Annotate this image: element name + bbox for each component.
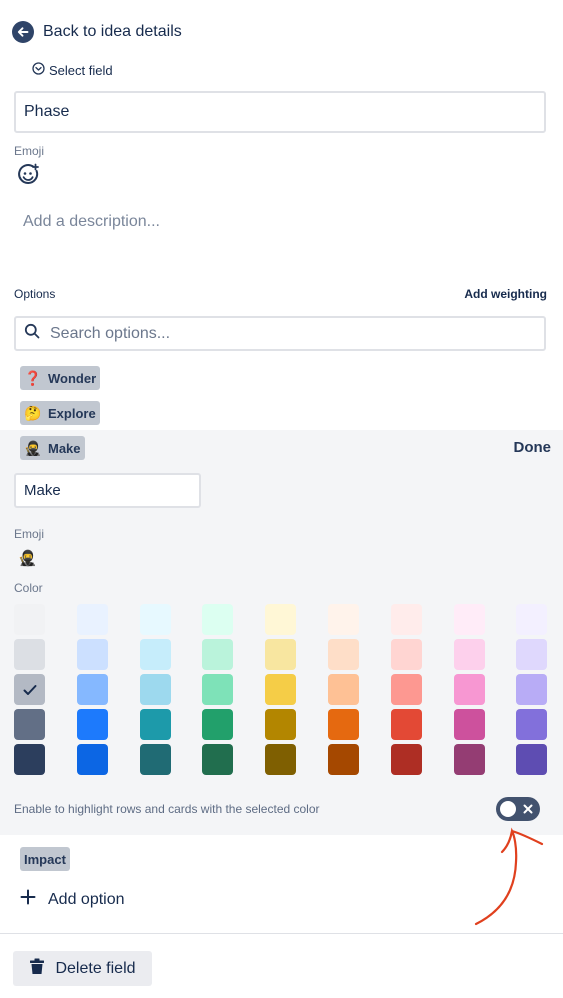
color-swatch[interactable] xyxy=(391,674,422,705)
color-swatch[interactable] xyxy=(202,674,233,705)
delete-field-label: Delete field xyxy=(55,959,136,977)
back-link-label: Back to idea details xyxy=(43,23,182,40)
color-swatch[interactable] xyxy=(140,744,171,775)
color-swatch[interactable] xyxy=(391,639,422,670)
color-swatch[interactable] xyxy=(265,744,296,775)
option-wonder[interactable]: ❓ Wonder xyxy=(20,366,101,390)
color-swatch[interactable] xyxy=(140,604,171,635)
color-swatch[interactable] xyxy=(77,639,108,670)
color-swatch[interactable] xyxy=(14,744,45,775)
select-field-label: Select field xyxy=(49,62,113,78)
color-swatch[interactable] xyxy=(516,639,547,670)
color-swatch[interactable] xyxy=(454,639,485,670)
color-swatch[interactable] xyxy=(140,674,171,705)
color-swatch[interactable] xyxy=(14,604,45,635)
question-mark-emoji: ❓ xyxy=(24,369,42,386)
color-swatch[interactable] xyxy=(77,709,108,740)
color-label: Color xyxy=(14,581,43,595)
color-swatch[interactable] xyxy=(454,674,485,705)
add-weighting-button[interactable]: Add weighting xyxy=(464,287,547,301)
color-swatch[interactable] xyxy=(140,639,171,670)
color-swatch[interactable] xyxy=(516,604,547,635)
ninja-emoji: 🥷 xyxy=(24,439,42,456)
option-label: Impact xyxy=(24,851,66,867)
color-swatch[interactable] xyxy=(328,604,359,635)
search-options-input[interactable]: Search options... xyxy=(14,316,546,351)
done-button[interactable]: Done xyxy=(514,439,552,456)
options-label: Options xyxy=(14,287,56,301)
color-swatch[interactable] xyxy=(77,604,108,635)
option-name-input[interactable]: Make xyxy=(14,473,201,508)
toggle-knob xyxy=(500,801,516,817)
color-swatch[interactable] xyxy=(516,744,547,775)
check-icon xyxy=(23,684,36,695)
delete-field-button[interactable]: Delete field xyxy=(13,951,152,986)
option-label: Wonder xyxy=(48,370,97,386)
color-swatch[interactable] xyxy=(454,709,485,740)
color-swatch[interactable] xyxy=(454,744,485,775)
option-emoji-picker[interactable]: 🥷 xyxy=(18,549,37,567)
option-emoji-label: Emoji xyxy=(14,527,45,541)
color-swatch[interactable] xyxy=(202,604,233,635)
color-swatch[interactable] xyxy=(265,604,296,635)
color-swatch[interactable] xyxy=(14,639,45,670)
back-link[interactable]: Back to idea details xyxy=(12,20,182,44)
color-swatch[interactable] xyxy=(202,709,233,740)
color-swatch[interactable] xyxy=(516,709,547,740)
option-explore[interactable]: 🤔 Explore xyxy=(20,401,100,425)
add-option-button[interactable]: Add option xyxy=(20,889,125,910)
field-name-input[interactable]: Phase xyxy=(14,91,546,133)
trash-icon xyxy=(29,958,45,980)
color-swatch[interactable] xyxy=(328,674,359,705)
close-icon xyxy=(520,801,536,817)
color-swatch[interactable] xyxy=(454,604,485,635)
option-label: Explore xyxy=(48,405,96,421)
color-swatch[interactable] xyxy=(328,744,359,775)
annotation-arrow xyxy=(470,822,550,937)
color-swatch[interactable] xyxy=(265,639,296,670)
thinking-face-emoji: 🤔 xyxy=(24,404,42,421)
option-make[interactable]: 🥷 Make xyxy=(20,436,85,460)
add-option-label: Add option xyxy=(48,890,125,908)
color-swatch[interactable] xyxy=(391,709,422,740)
search-placeholder: Search options... xyxy=(50,324,171,342)
color-swatch[interactable] xyxy=(202,639,233,670)
option-label: Make xyxy=(48,440,81,456)
highlight-description: Enable to highlight rows and cards with … xyxy=(14,802,320,816)
option-impact[interactable]: Impact xyxy=(20,847,70,871)
color-swatch[interactable] xyxy=(391,604,422,635)
color-swatch[interactable] xyxy=(14,709,45,740)
color-swatch[interactable] xyxy=(328,639,359,670)
select-field-button[interactable]: Select field xyxy=(32,62,113,78)
color-swatch[interactable] xyxy=(140,709,171,740)
search-icon xyxy=(24,323,40,344)
highlight-toggle[interactable] xyxy=(496,797,540,821)
description-input[interactable]: Add a description... xyxy=(23,213,160,231)
color-swatch[interactable] xyxy=(202,744,233,775)
color-swatch[interactable] xyxy=(77,674,108,705)
color-swatch[interactable] xyxy=(14,674,45,705)
color-swatch[interactable] xyxy=(265,674,296,705)
color-swatch[interactable] xyxy=(265,709,296,740)
color-swatch[interactable] xyxy=(516,674,547,705)
plus-icon xyxy=(20,889,36,910)
arrow-left-icon xyxy=(12,21,34,43)
color-swatch[interactable] xyxy=(77,744,108,775)
chevron-circle-icon xyxy=(32,62,45,78)
color-swatch[interactable] xyxy=(391,744,422,775)
color-swatch[interactable] xyxy=(328,709,359,740)
add-emoji-icon[interactable] xyxy=(16,163,40,187)
emoji-label: Emoji xyxy=(14,144,45,158)
